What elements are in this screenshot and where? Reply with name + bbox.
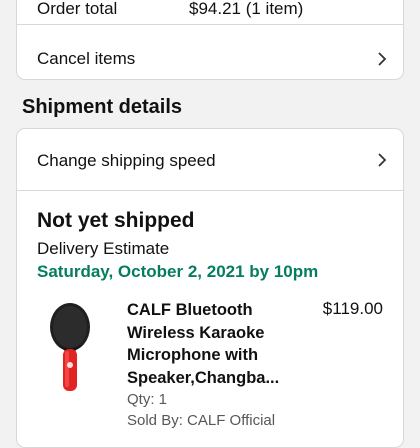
- order-total-label: Order total: [37, 0, 118, 18]
- chevron-right-icon: [378, 52, 387, 66]
- change-shipping-speed-button[interactable]: Change shipping speed: [17, 129, 403, 189]
- product-price: $119.00: [322, 299, 383, 318]
- order-total-value: $94.21 (1 item): [189, 0, 304, 18]
- cancel-items-button[interactable]: Cancel items: [17, 25, 403, 80]
- chevron-right-icon: [378, 153, 387, 167]
- product-title[interactable]: CALF Bluetooth Wireless Karaoke Micropho…: [127, 299, 297, 389]
- sold-by: Sold By: CALF Official: [127, 412, 276, 429]
- delivery-estimate-label: Delivery Estimate: [37, 239, 170, 258]
- delivery-estimate-date: Saturday, October 2, 2021 by 10pm: [37, 262, 319, 281]
- cancel-items-label: Cancel items: [37, 49, 136, 68]
- divider: [17, 190, 403, 191]
- product-quantity: Qty: 1: [127, 391, 168, 408]
- change-shipping-speed-label: Change shipping speed: [37, 151, 216, 170]
- shipment-status: Not yet shipped: [37, 209, 195, 232]
- microphone-product-image[interactable]: [45, 299, 95, 399]
- section-title: Shipment details: [22, 96, 183, 118]
- shipment-card: Change shipping speed Not yet shipped De…: [16, 128, 404, 448]
- order-summary-card: Order total $94.21 (1 item) Cancel items: [16, 0, 404, 80]
